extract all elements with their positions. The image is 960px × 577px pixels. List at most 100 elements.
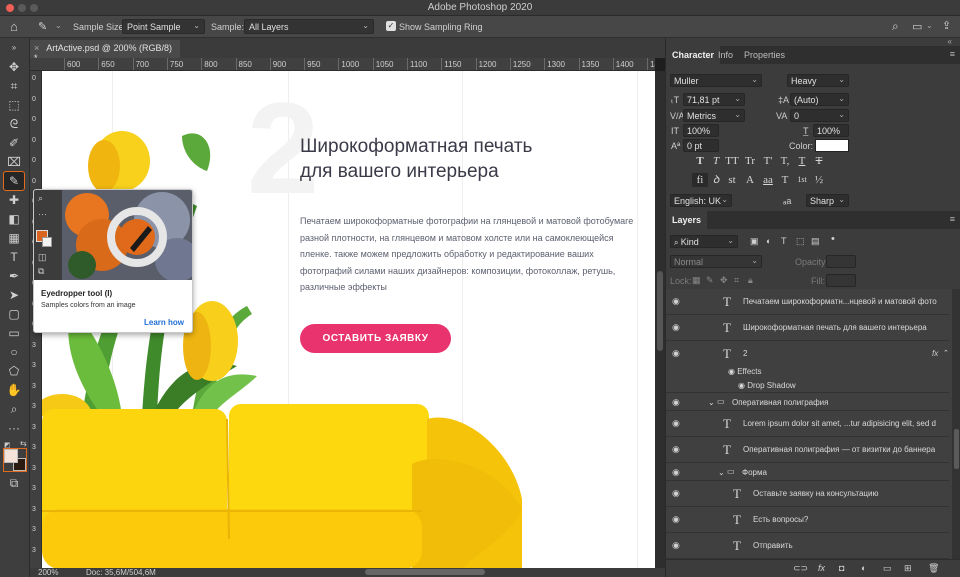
lasso-tool-icon[interactable]: ᘓ	[4, 115, 24, 133]
crop-tool-icon[interactable]: ⌧	[4, 153, 24, 171]
filter-smart-object-icon[interactable]: ▤	[811, 236, 820, 247]
document-tab[interactable]: × ArtActive.psd @ 200% (RGB/8) *	[30, 40, 180, 63]
layer-row[interactable]: ◉ T Оперативная полиграфия — от визитки …	[666, 437, 949, 463]
strikethrough-button[interactable]: T	[811, 154, 827, 168]
lock-all-icon[interactable]: 🔒︎	[748, 275, 753, 286]
all-caps-button[interactable]: TT	[724, 154, 740, 168]
type-tool-icon[interactable]: T	[4, 248, 24, 266]
lock-position-icon[interactable]: ✥	[720, 275, 728, 286]
antialias-select[interactable]: Sharp ⌄	[806, 194, 849, 207]
more-tools-icon[interactable]: ···	[4, 419, 24, 437]
fill-field[interactable]	[826, 274, 856, 287]
layer-row[interactable]: ◉ T Отправить	[666, 533, 949, 559]
chevron-down-icon[interactable]: ⌄	[926, 21, 933, 30]
new-group-icon[interactable]: ▭	[883, 563, 892, 574]
kerning-select[interactable]: Metrics ⌄	[683, 109, 745, 122]
gradient-tool-icon[interactable]: ▦	[4, 229, 24, 247]
filter-toggle-icon[interactable]: •	[831, 233, 835, 245]
tab-info[interactable]: Info	[712, 46, 739, 64]
sample-size-select[interactable]: Point Sample ⌄	[122, 19, 205, 34]
blend-mode-select[interactable]: Normal ⌄	[670, 255, 762, 268]
new-layer-icon[interactable]: ⊞	[904, 563, 912, 574]
close-tab-icon[interactable]: ×	[34, 43, 39, 53]
scrollbar-thumb[interactable]	[954, 429, 959, 469]
collapse-icon[interactable]: »	[4, 39, 24, 57]
visibility-eye-icon[interactable]: ◉	[728, 367, 737, 376]
panel-menu-icon[interactable]: ≡	[950, 214, 955, 224]
artboard-tool-icon[interactable]: ⌗	[4, 77, 24, 95]
vertical-scrollbar[interactable]	[655, 71, 665, 568]
faux-bold-button[interactable]: T	[692, 154, 708, 168]
rounded-rectangle-tool-icon[interactable]: ▭	[4, 324, 24, 342]
effects-row[interactable]: ◉ Effects	[728, 367, 762, 376]
fx-indicator[interactable]: fx	[932, 349, 938, 358]
layer-row[interactable]: ◉ T Широкоформатная печать для вашего ин…	[666, 315, 949, 341]
visibility-eye-icon[interactable]: ◉	[672, 541, 682, 550]
polygon-tool-icon[interactable]: ⬠	[4, 362, 24, 380]
layer-row[interactable]: ◉ T 2 fx ⌃ ◉ Effects ◉ Drop Shadow	[666, 341, 949, 393]
fractions-button[interactable]: ½	[811, 173, 827, 187]
visibility-eye-icon[interactable]: ◉	[672, 398, 682, 407]
font-size-field[interactable]: 71,81 pt ⌄	[683, 93, 745, 106]
underline-button[interactable]: T	[794, 154, 810, 168]
group-row[interactable]: ◉ ⌄ ▭ Форма	[666, 463, 949, 481]
swash-button[interactable]: st	[724, 173, 740, 187]
horizontal-scale-field[interactable]: 100%	[813, 124, 849, 137]
path-selection-tool-icon[interactable]: ➤	[4, 286, 24, 304]
filter-type-icon[interactable]: T	[781, 236, 787, 246]
link-layers-icon[interactable]: ⊂⊃	[793, 563, 808, 574]
visibility-eye-icon[interactable]: ◉	[672, 297, 682, 306]
font-family-select[interactable]: Muller ⌄	[670, 74, 762, 87]
default-colors-icon[interactable]: ◩	[4, 441, 11, 449]
filter-adjustment-icon[interactable]: ◐	[766, 236, 771, 246]
home-icon[interactable]: ⌂	[10, 19, 18, 34]
layer-row[interactable]: ◉ T Оставьте заявку на консультацию	[666, 481, 949, 507]
chevron-up-icon[interactable]: ⌃	[943, 349, 949, 357]
visibility-eye-icon[interactable]: ◉	[672, 349, 682, 358]
vertical-scale-field[interactable]: 100%	[683, 124, 719, 137]
quick-select-tool-icon[interactable]: ✐	[4, 134, 24, 152]
filter-pixel-icon[interactable]: ▣	[750, 236, 759, 247]
add-style-icon[interactable]: fx	[818, 563, 825, 573]
zoom-tool-icon[interactable]: ⌕	[4, 400, 24, 418]
scrollbar-thumb[interactable]	[657, 271, 663, 351]
horizontal-scrollbar-thumb[interactable]	[365, 569, 485, 575]
lock-artboard-icon[interactable]: ⌗	[734, 275, 739, 286]
visibility-eye-icon[interactable]: ◉	[672, 489, 682, 498]
lock-image-icon[interactable]: ✎	[706, 275, 714, 286]
ellipse-tool-icon[interactable]: ○	[4, 343, 24, 361]
layer-row[interactable]: ◉ T Есть вопросы?	[666, 507, 949, 533]
visibility-eye-icon[interactable]: ◉	[672, 445, 682, 454]
trash-icon[interactable]: 🗑︎	[928, 563, 939, 574]
text-color-swatch[interactable]	[815, 139, 849, 152]
layer-row[interactable]: ◉ T Lorem ipsum dolor sit amet, ...tur a…	[666, 411, 949, 437]
eraser-tool-icon[interactable]: ◧	[4, 210, 24, 228]
titling-alternates-button[interactable]: aa	[760, 173, 776, 187]
old-style-button[interactable]: ꝺ	[708, 173, 724, 187]
opacity-field[interactable]	[826, 255, 856, 268]
ornaments-button[interactable]: T	[777, 173, 793, 187]
subscript-button[interactable]: T,	[777, 154, 793, 168]
chevron-down-icon[interactable]: ⌄	[718, 468, 725, 477]
chevron-down-icon[interactable]: ⌄	[708, 398, 715, 407]
baseline-shift-field[interactable]: 0 pt	[683, 139, 719, 152]
superscript-button[interactable]: T'	[760, 154, 776, 168]
search-icon[interactable]: ⌕	[892, 19, 899, 34]
font-style-select[interactable]: Heavy ⌄	[787, 74, 849, 87]
tab-layers[interactable]: Layers	[666, 211, 708, 229]
visibility-eye-icon[interactable]: ◉	[738, 381, 747, 390]
eyedropper-tool-icon[interactable]: ✎	[3, 171, 25, 191]
move-tool-icon[interactable]: ✥	[4, 58, 24, 76]
hand-tool-icon[interactable]: ✋	[4, 381, 24, 399]
ordinals-button[interactable]: 1st	[794, 173, 810, 187]
document-info[interactable]: Doc: 35,6M/504,6M	[86, 568, 156, 577]
ligatures-button[interactable]: fi	[692, 173, 708, 187]
swap-colors-icon[interactable]: ⇆	[20, 439, 27, 448]
collapse-panels-icon[interactable]: «	[948, 37, 952, 46]
tracking-field[interactable]: 0 ⌄	[790, 109, 849, 122]
language-select[interactable]: English: UK ⌄	[670, 194, 732, 207]
layers-scrollbar[interactable]	[952, 289, 960, 569]
workspace-icon[interactable]: ▭	[912, 20, 922, 33]
adjustment-layer-icon[interactable]: ◐	[861, 563, 866, 573]
lock-transparent-icon[interactable]: ▦	[692, 275, 701, 286]
